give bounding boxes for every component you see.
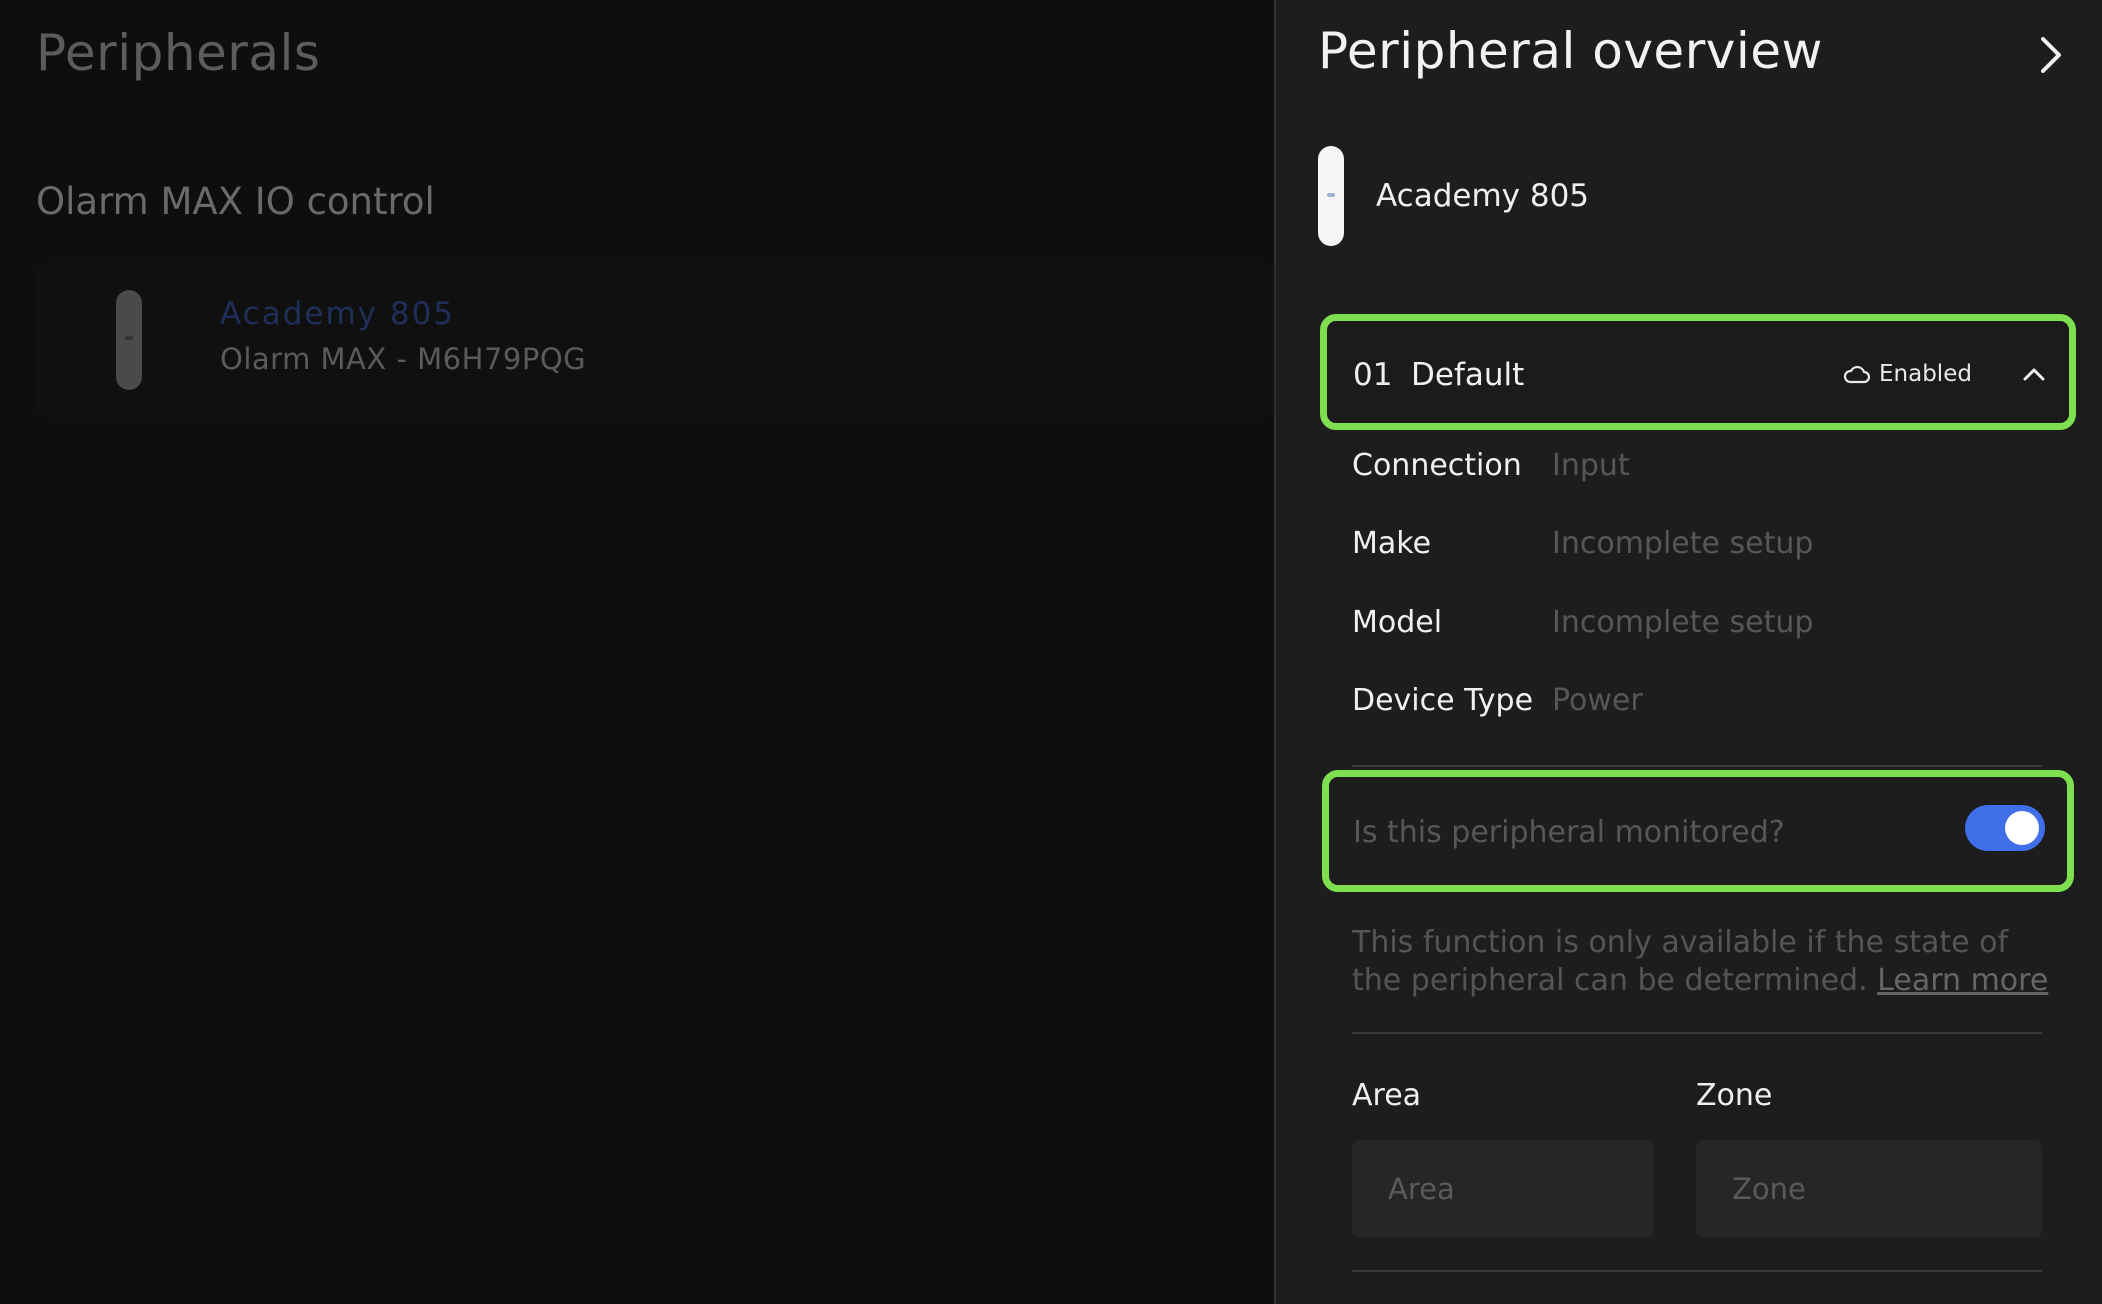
cloud-icon	[1843, 365, 1871, 384]
detail-row-connection: Connection Input	[1352, 445, 1630, 485]
zone-input[interactable]	[1696, 1140, 2042, 1238]
divider	[1352, 765, 2042, 767]
detail-row-device-type: Device Type Power	[1352, 680, 1643, 720]
peripheral-card[interactable]: Academy 805 Olarm MAX - M6H79PQG	[36, 262, 1274, 418]
panel-title: Peripheral overview	[1318, 22, 1823, 80]
channel-number: 01	[1353, 357, 1393, 393]
peripheral-overview-panel: Peripheral overview Academy 805 01 Defau…	[1274, 0, 2102, 1304]
zone-label: Zone	[1696, 1078, 1773, 1113]
status-label: Enabled	[1879, 361, 1972, 387]
detail-value: Input	[1552, 447, 1630, 483]
toggle-knob	[2005, 811, 2039, 845]
detail-value: Incomplete setup	[1552, 604, 1814, 640]
peripheral-card-subtitle: Olarm MAX - M6H79PQG	[220, 342, 587, 376]
status-badge: Enabled	[1843, 361, 1972, 387]
detail-row-make: Make Incomplete setup	[1352, 523, 1813, 563]
section-title: Olarm MAX IO control	[36, 180, 435, 223]
peripheral-name: Academy 805	[1376, 178, 1590, 214]
divider	[1352, 1032, 2042, 1034]
peripheral-card-name: Academy 805	[220, 296, 456, 332]
detail-value: Power	[1552, 682, 1643, 718]
monitored-label: Is this peripheral monitored?	[1353, 815, 1785, 850]
io-channel-accordion[interactable]: 01 Default Enabled	[1320, 314, 2076, 430]
detail-label: Device Type	[1352, 682, 1534, 718]
detail-label: Model	[1352, 604, 1443, 640]
chevron-right-icon	[2041, 37, 2061, 73]
learn-more-link[interactable]: Learn more	[1877, 963, 2048, 998]
close-panel-button[interactable]	[2026, 30, 2076, 80]
detail-value: Incomplete setup	[1552, 525, 1814, 561]
area-input[interactable]	[1352, 1140, 1654, 1238]
divider	[1352, 1270, 2042, 1272]
sensor-device-icon	[116, 290, 142, 390]
monitored-setting-row: Is this peripheral monitored?	[1322, 770, 2074, 892]
detail-row-model: Model Incomplete setup	[1352, 602, 1813, 642]
detail-label: Make	[1352, 525, 1432, 561]
area-label: Area	[1352, 1078, 1422, 1113]
channel-name: Default	[1411, 357, 1525, 393]
monitored-toggle[interactable]	[1965, 805, 2045, 851]
background-page: Peripherals Olarm MAX IO control Academy…	[0, 0, 1274, 1304]
chevron-up-icon	[2023, 368, 2045, 381]
detail-label: Connection	[1352, 447, 1522, 483]
sensor-device-icon	[1318, 146, 1344, 246]
peripheral-header: Academy 805	[1318, 146, 1589, 246]
page-title: Peripherals	[36, 24, 321, 82]
help-text: This function is only available if the s…	[1352, 924, 2052, 1000]
collapse-button[interactable]	[2017, 357, 2051, 391]
